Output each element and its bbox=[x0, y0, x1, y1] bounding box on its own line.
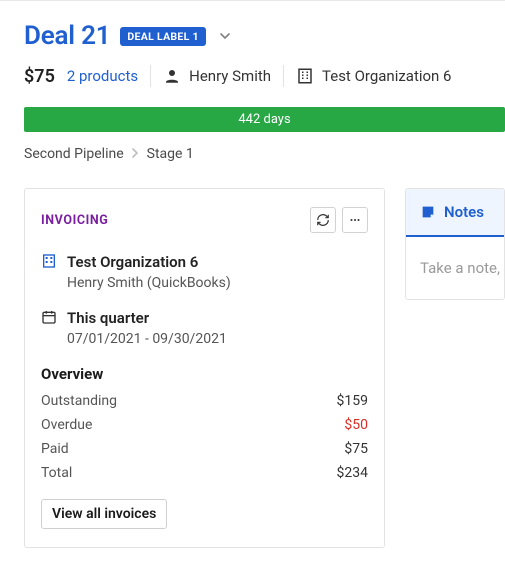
person-icon bbox=[163, 67, 181, 85]
overview-label: Paid bbox=[41, 441, 69, 457]
org-chip[interactable]: Test Organization 6 bbox=[296, 67, 451, 85]
days-in-stage-bar[interactable]: 442 days bbox=[24, 107, 505, 132]
chevron-right-icon bbox=[132, 146, 139, 162]
tab-notes-label: Notes bbox=[444, 203, 484, 221]
invoicing-card: INVOICING Test Organization 6 bbox=[24, 188, 385, 548]
period-label: This quarter bbox=[67, 309, 149, 327]
note-icon bbox=[420, 204, 436, 220]
refresh-button[interactable] bbox=[310, 207, 336, 233]
breadcrumb-stage[interactable]: Stage 1 bbox=[147, 146, 194, 162]
deal-title[interactable]: Deal 21 bbox=[24, 21, 110, 51]
overview-label: Total bbox=[41, 465, 72, 481]
view-all-invoices-button[interactable]: View all invoices bbox=[41, 499, 167, 529]
deal-amount: $75 bbox=[24, 66, 55, 87]
overview-row-paid: Paid $75 bbox=[25, 437, 384, 461]
invoicing-person-line: Henry Smith (QuickBooks) bbox=[67, 275, 368, 291]
overview-value: $159 bbox=[337, 393, 368, 409]
chevron-down-icon[interactable] bbox=[220, 29, 230, 43]
overview-value: $234 bbox=[337, 465, 368, 481]
divider bbox=[283, 65, 284, 87]
overview-value: $75 bbox=[344, 441, 368, 457]
invoicing-org-name: Test Organization 6 bbox=[67, 253, 198, 271]
building-icon bbox=[296, 67, 314, 85]
building-icon bbox=[41, 253, 57, 269]
person-name: Henry Smith bbox=[189, 67, 271, 85]
org-name: Test Organization 6 bbox=[322, 67, 451, 85]
person-chip[interactable]: Henry Smith bbox=[163, 67, 271, 85]
overview-row-overdue: Overdue $50 bbox=[25, 413, 384, 437]
divider bbox=[150, 65, 151, 87]
overview-row-outstanding: Outstanding $159 bbox=[25, 389, 384, 413]
calendar-icon bbox=[41, 309, 57, 325]
breadcrumb: Second Pipeline Stage 1 bbox=[24, 132, 505, 188]
card-title: INVOICING bbox=[41, 213, 108, 228]
tab-notes[interactable]: Notes bbox=[406, 189, 504, 237]
more-button[interactable] bbox=[342, 207, 368, 233]
period-range: 07/01/2021 - 09/30/2021 bbox=[67, 331, 368, 347]
overview-label: Outstanding bbox=[41, 393, 117, 409]
deal-label-badge[interactable]: DEAL LABEL 1 bbox=[120, 27, 205, 46]
overview-value: $50 bbox=[344, 417, 368, 433]
products-link[interactable]: 2 products bbox=[67, 67, 138, 85]
notes-panel: Notes Take a note, @ bbox=[405, 188, 505, 300]
overview-label: Overdue bbox=[41, 417, 92, 433]
notes-input[interactable]: Take a note, @ bbox=[406, 237, 504, 299]
breadcrumb-pipeline[interactable]: Second Pipeline bbox=[24, 146, 124, 162]
overview-row-total: Total $234 bbox=[25, 461, 384, 485]
overview-heading: Overview bbox=[25, 347, 384, 389]
